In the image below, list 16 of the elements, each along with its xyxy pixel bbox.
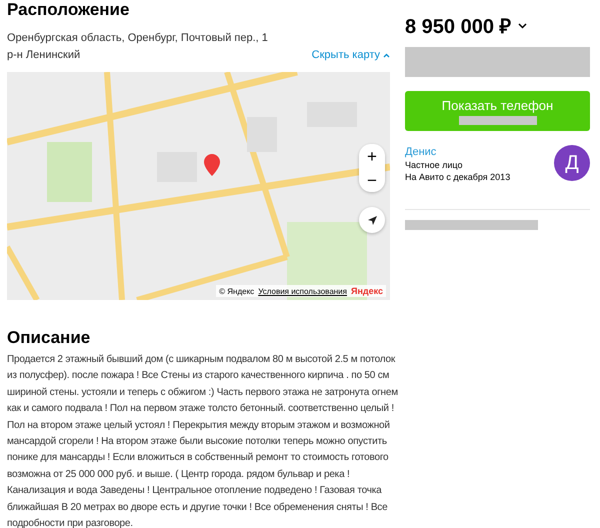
copyright-text: © Яндекс <box>219 286 254 296</box>
price-text: 8 950 000 ₽ <box>405 15 512 39</box>
seller-avatar[interactable]: Д <box>554 145 590 181</box>
map-logo: Яндекс <box>350 286 383 296</box>
section-title: Расположение <box>7 0 130 20</box>
member-since-text: На Авито с декабря 2013 <box>405 171 510 183</box>
arrow-icon <box>366 214 378 226</box>
hide-map-link[interactable]: Скрыть карту <box>312 46 390 64</box>
terms-link[interactable]: Условия использования <box>258 286 347 296</box>
seller-type-text: Частное лицо <box>405 159 464 171</box>
district-text: р-н Ленинский <box>7 48 80 63</box>
description-text: Продается 2 этажный бывший дом (с шикарным подвалом 80 м высотой 2.5 м потолок из полусфер). после пожара ! Все Стены из старого качественного кирпича . по 50 см шириной стены. устояли и теперь с обжигом :) Часть первого этажа не затронута огнем как и самого подвала ! Пол на первом этаже толсто бетонный. соответственно целый ! Пол на втором этаже целый устоял ! Перекрытия между вторым этажом и возможной мансардой сгорели ! На втором этаже были высокие потолки теперь можно опустить понике для мансарды ! Если вложиться в собственный ремонт то стоимость готового возможна от 25 000 000 руб. и выше. ( Центр города. рядом бульвар и река ! Канализация и вода Заведены ! Центральное отопление подведено ! Газовая точка ближайшая В 20 метрах во дворе есть и другие точки ! Все обременения сняты ! Все подробности при разговоре. <box>7 353 399 528</box>
section-title: Описание <box>7 328 92 348</box>
address-text: Оренбургская область, Оренбург, Почтовый пер., 1 <box>7 31 269 46</box>
chevron-down-icon[interactable] <box>518 22 527 28</box>
caret-icon <box>383 52 390 58</box>
